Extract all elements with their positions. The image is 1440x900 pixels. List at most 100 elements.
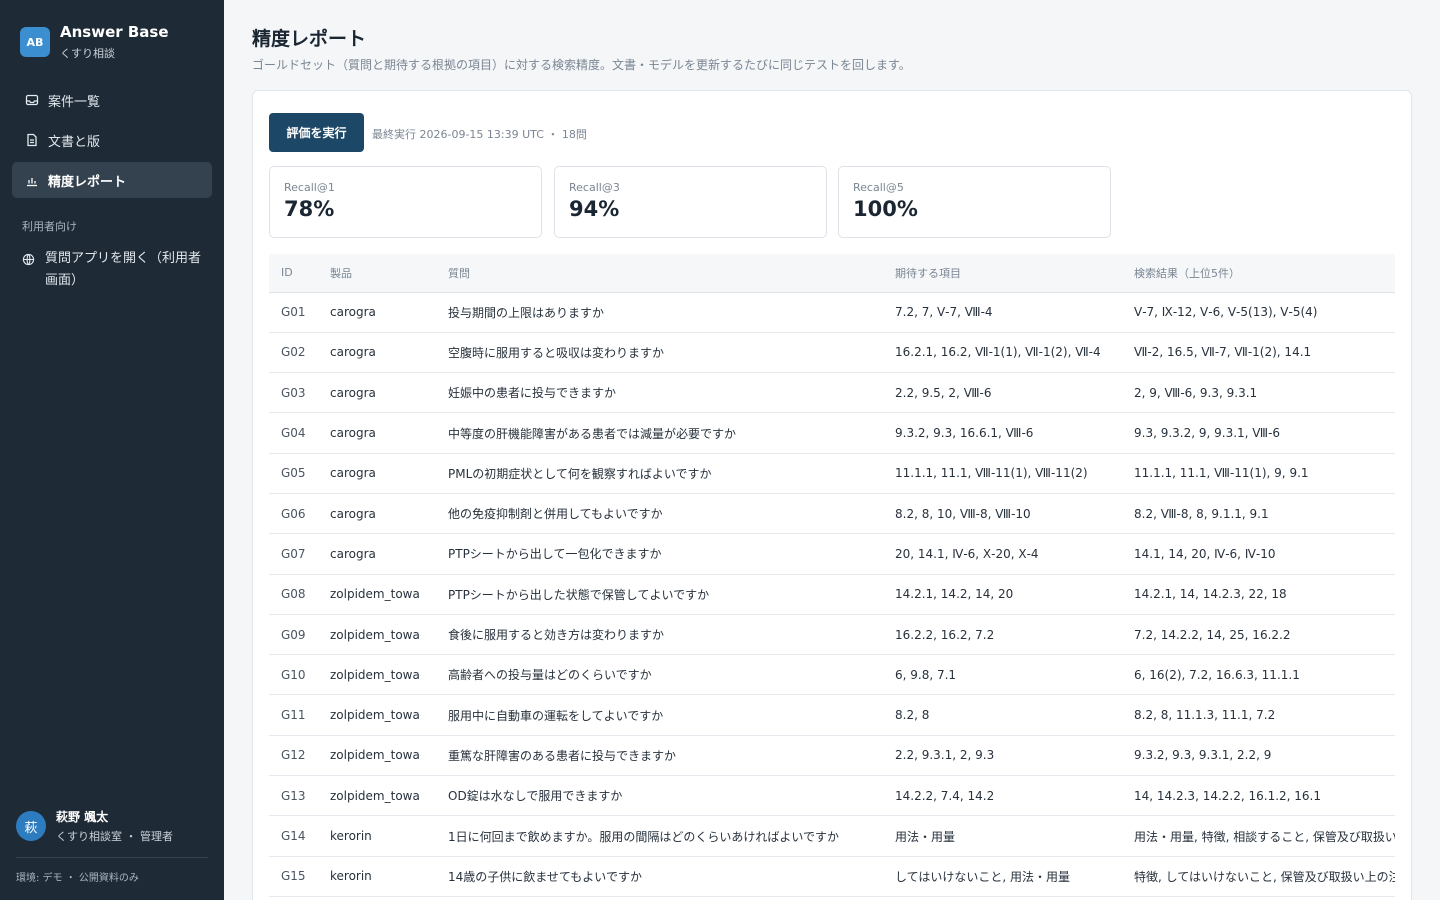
cell-question: 他の免疫抑制剤と併用してもよいですか: [436, 493, 883, 535]
cell-results: 8.2, 8, 11.1.3, 11.1, 7.2: [1122, 694, 1395, 736]
sidebar-item-documents[interactable]: 文書と版: [12, 122, 212, 158]
cell-product: carogra: [318, 372, 436, 414]
cell-id: G15: [269, 856, 318, 897]
cell-results: 2, 9, Ⅷ-6, 9.3, 9.3.1: [1122, 372, 1395, 414]
cell-id: G04: [269, 412, 318, 454]
metric-value: 100%: [853, 197, 918, 221]
table-row[interactable]: G04 carogra 中等度の肝機能障害がある患者では減量が必要ですか 9.3.2,…: [269, 412, 1395, 454]
table-row[interactable]: G02 carogra 空腹時に服用すると吸収は変わりますか 16.2.1, 16.2…: [269, 332, 1395, 374]
cell-id: G01: [269, 292, 318, 333]
cell-product: zolpidem_towa: [318, 654, 436, 696]
cell-expected: 16.2.2, 16.2, 7.2: [883, 614, 1122, 656]
avatar: 萩: [16, 811, 46, 841]
cell-product: zolpidem_towa: [318, 775, 436, 817]
cell-question: PTPシートから出して一包化できますか: [436, 533, 883, 575]
table-row[interactable]: G01 carogra 投与期間の上限はありますか 7.2, 7, Ⅴ-7, Ⅷ-4 Ⅴ…: [269, 292, 1395, 333]
cell-expected: 16.2.1, 16.2, Ⅶ-1(1), Ⅶ-1(2), Ⅶ-4: [883, 332, 1122, 374]
cell-question: 服用中に自動車の運転をしてよいですか: [436, 694, 883, 736]
page-description: ゴールドセット（質問と期待する根拠の項目）に対する検索精度。文書・モデルを更新す…: [252, 58, 911, 72]
metric-value: 78%: [284, 197, 335, 221]
metric-recall-5: Recall@5 100%: [838, 166, 1111, 238]
cell-product: zolpidem_towa: [318, 614, 436, 656]
chart-icon: [24, 172, 40, 188]
table-row[interactable]: G14 kerorin 1日に何回まで飲めますか。服用の間隔はどのくらいあければよい…: [269, 815, 1395, 857]
environment-label: 環境: デモ ・ 公開資料のみ: [16, 873, 139, 884]
cell-question: 1日に何回まで飲めますか。服用の間隔はどのくらいあければよいですか: [436, 815, 883, 857]
brand[interactable]: AB Answer Base くすり相談: [20, 22, 169, 61]
app-subtitle: くすり相談: [60, 47, 115, 60]
cell-expected: 8.2, 8, 10, Ⅷ-8, Ⅷ-10: [883, 493, 1122, 535]
metric-label: Recall@1: [284, 181, 335, 194]
cell-results: 9.3.2, 9.3, 9.3.1, 2.2, 9: [1122, 735, 1395, 777]
cell-product: carogra: [318, 453, 436, 494]
cell-question: 中等度の肝機能障害がある患者では減量が必要ですか: [436, 412, 883, 454]
cell-product: kerorin: [318, 856, 436, 897]
cell-id: G12: [269, 735, 318, 777]
cell-question: PMLの初期症状として何を観察すればよいですか: [436, 453, 883, 494]
cell-id: G09: [269, 614, 318, 656]
table-row[interactable]: G06 carogra 他の免疫抑制剤と併用してもよいですか 8.2, 8, 10, …: [269, 493, 1395, 535]
table-row[interactable]: G07 carogra PTPシートから出して一包化できますか 20, 14.1, Ⅳ…: [269, 533, 1395, 575]
cell-product: carogra: [318, 412, 436, 454]
cell-id: G05: [269, 453, 318, 494]
sidebar-item-accuracy-report[interactable]: 精度レポート: [12, 162, 212, 198]
cell-results: 6, 16(2), 7.2, 16.6.3, 11.1.1: [1122, 654, 1395, 696]
divider: [16, 857, 208, 858]
table-row[interactable]: G08 zolpidem_towa PTPシートから出した状態で保管してよいですか 1…: [269, 574, 1395, 615]
user-name: 萩野 颯太: [56, 810, 109, 824]
table-row[interactable]: G03 carogra 妊娠中の患者に投与できますか 2.2, 9.5, 2, Ⅷ-6…: [269, 372, 1395, 414]
cell-product: kerorin: [318, 815, 436, 857]
cell-question: OD錠は水なしで服用できますか: [436, 775, 883, 817]
cell-question: 空腹時に服用すると吸収は変わりますか: [436, 332, 883, 374]
user-profile[interactable]: 萩 萩野 颯太 くすり相談室 ・ 管理者: [16, 808, 173, 844]
results-table-wrapper: ID 製品 質問 期待する項目 検索結果（上位5件） G01 carogra 投与期…: [269, 254, 1395, 897]
table-body: G01 carogra 投与期間の上限はありますか 7.2, 7, Ⅴ-7, Ⅷ-4 Ⅴ…: [269, 292, 1395, 897]
cell-product: carogra: [318, 533, 436, 575]
cell-id: G03: [269, 372, 318, 414]
table-row[interactable]: G09 zolpidem_towa 食後に服用すると効き方は変わりますか 16.2.2…: [269, 614, 1395, 656]
cell-expected: 2.2, 9.3.1, 2, 9.3: [883, 735, 1122, 777]
cell-results: 14.2.1, 14, 14.2.3, 22, 18: [1122, 574, 1395, 615]
cell-question: 重篤な肝障害のある患者に投与できますか: [436, 735, 883, 777]
column-header-id[interactable]: ID: [269, 254, 318, 293]
cell-id: G08: [269, 574, 318, 615]
table-row[interactable]: G13 zolpidem_towa OD錠は水なしで服用できますか 14.2.2, 7…: [269, 775, 1395, 817]
table-row[interactable]: G12 zolpidem_towa 重篤な肝障害のある患者に投与できますか 2.2, …: [269, 735, 1395, 777]
cell-results: 用法・用量, 特徴, 相談すること, 保管及び取扱い上の注意: [1122, 815, 1395, 857]
cell-product: carogra: [318, 332, 436, 374]
cell-expected: 20, 14.1, Ⅳ-6, Ⅹ-20, Ⅹ-4: [883, 533, 1122, 575]
table-row[interactable]: G15 kerorin 14歳の子供に飲ませてもよいですか してはいけないこと, 用法…: [269, 856, 1395, 897]
sidebar: AB Answer Base くすり相談 案件一覧 文書と版 精度レポート 利用…: [0, 0, 224, 900]
last-run-info: 最終実行 2026-09-15 13:39 UTC ・ 18問: [372, 128, 587, 141]
cell-expected: 7.2, 7, Ⅴ-7, Ⅷ-4: [883, 292, 1122, 333]
cell-question: PTPシートから出した状態で保管してよいですか: [436, 574, 883, 615]
cell-expected: 8.2, 8: [883, 694, 1122, 736]
sidebar-nav: 案件一覧 文書と版 精度レポート: [12, 82, 212, 202]
table-row[interactable]: G10 zolpidem_towa 高齢者への投与量はどのくらいですか 6, 9.8,…: [269, 654, 1395, 696]
app-title: Answer Base: [60, 23, 169, 41]
run-evaluation-button[interactable]: 評価を実行: [269, 113, 364, 152]
document-icon: [24, 132, 40, 148]
table-row[interactable]: G11 zolpidem_towa 服用中に自動車の運転をしてよいですか 8.2, 8…: [269, 694, 1395, 736]
external-link-label: 質問アプリを開く（利用者画面）: [45, 251, 202, 288]
cell-id: G13: [269, 775, 318, 817]
column-header-question[interactable]: 質問: [436, 254, 883, 293]
cell-expected: 14.2.1, 14.2, 14, 20: [883, 574, 1122, 615]
table-row[interactable]: G05 carogra PMLの初期症状として何を観察すればよいですか 11.1.1,…: [269, 453, 1395, 494]
metric-label: Recall@3: [569, 181, 620, 194]
cell-results: 8.2, Ⅷ-8, 8, 9.1.1, 9.1: [1122, 493, 1395, 535]
metric-recall-1: Recall@1 78%: [269, 166, 542, 238]
sidebar-section-label: 利用者向け: [22, 220, 77, 233]
cell-results: 9.3, 9.3.2, 9, 9.3.1, Ⅷ-6: [1122, 412, 1395, 454]
column-header-expected[interactable]: 期待する項目: [883, 254, 1122, 293]
cell-id: G11: [269, 694, 318, 736]
sidebar-item-cases[interactable]: 案件一覧: [12, 82, 212, 118]
column-header-product[interactable]: 製品: [318, 254, 436, 293]
cell-question: 14歳の子供に飲ませてもよいですか: [436, 856, 883, 897]
main-content: 精度レポート ゴールドセット（質問と期待する根拠の項目）に対する検索精度。文書・…: [224, 0, 1440, 900]
cell-id: G14: [269, 815, 318, 857]
column-header-results[interactable]: 検索結果（上位5件）: [1122, 254, 1395, 293]
open-question-app-link[interactable]: 質問アプリを開く（利用者画面）: [22, 248, 202, 292]
table-header-row: ID 製品 質問 期待する項目 検索結果（上位5件）: [269, 254, 1395, 293]
cell-results: 特徴, してはいけないこと, 保管及び取扱い上の注意: [1122, 856, 1395, 897]
